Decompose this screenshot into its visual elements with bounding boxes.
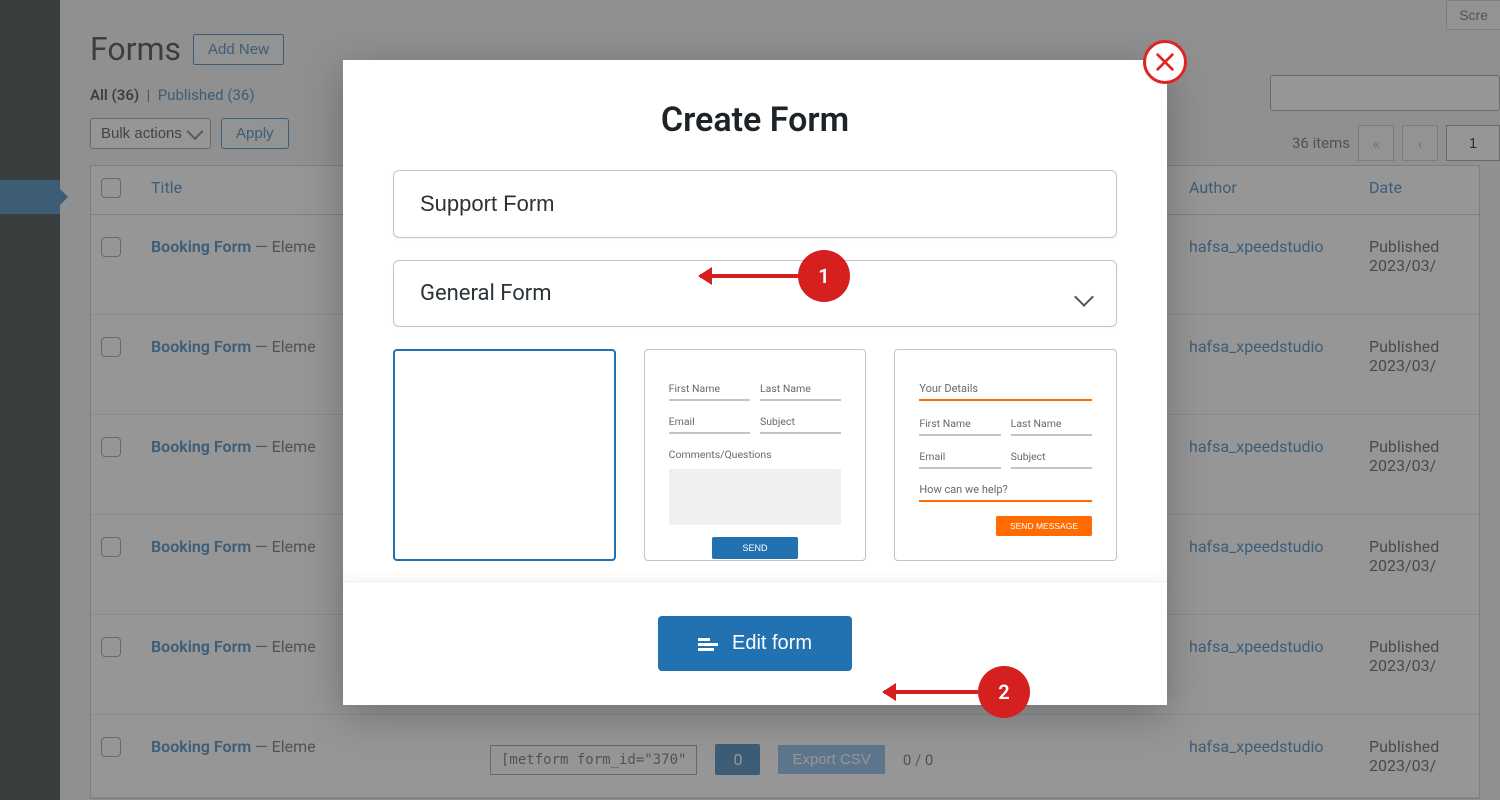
template-contact[interactable]: First Name Last Name Email Subject Comme…	[644, 349, 867, 561]
form-type-select[interactable]: General Form	[393, 260, 1117, 327]
form-name-input[interactable]	[393, 170, 1117, 238]
modal-footer: Edit form	[343, 581, 1167, 705]
template-send-button: SEND MESSAGE	[996, 516, 1092, 536]
modal-close-button[interactable]	[1143, 40, 1187, 84]
elementor-icon	[698, 636, 718, 652]
template-contact-orange[interactable]: Your Details First Name Last Name Email …	[894, 349, 1117, 561]
close-icon	[1154, 51, 1176, 73]
template-blank[interactable]	[393, 349, 616, 561]
template-gallery: First Name Last Name Email Subject Comme…	[393, 349, 1117, 561]
modal-title: Create Form	[343, 60, 1167, 170]
create-form-modal: Create Form General Form First Name Last…	[343, 60, 1167, 705]
template-send-button: SEND	[712, 537, 797, 559]
edit-form-button[interactable]: Edit form	[658, 616, 852, 671]
